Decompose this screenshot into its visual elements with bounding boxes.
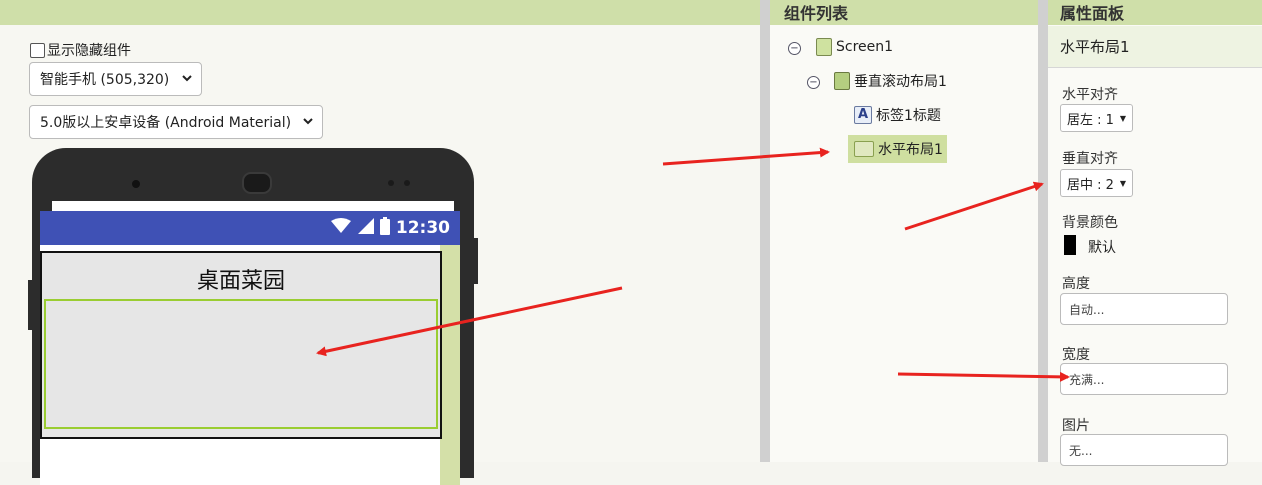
collapse-icon[interactable]: − — [788, 42, 801, 55]
bg-color-value[interactable]: 默认 — [1088, 237, 1116, 257]
theme-value: 5.0版以上安卓设备 (Android Material) — [40, 115, 292, 131]
label-title[interactable]: 桌面菜园 — [42, 263, 440, 295]
align-horizontal-select[interactable]: 居左 : 1 ▼ — [1060, 104, 1134, 132]
image-label: 图片 — [1062, 418, 1090, 434]
dropdown-triangle-icon: ▼ — [1119, 178, 1127, 188]
dropdown-triangle-icon: ▼ — [1119, 113, 1127, 123]
bg-color-swatch[interactable] — [1064, 235, 1076, 255]
signal-icon — [357, 218, 374, 238]
panel-divider[interactable] — [760, 0, 770, 462]
align-horizontal-value: 居左 : 1 — [1067, 112, 1114, 128]
phone-sensor — [404, 180, 410, 186]
tree-item-horizontal-arrangement[interactable]: 水平布局1 — [848, 135, 947, 163]
phone-side-button — [472, 238, 478, 284]
tree-item-label: 水平布局1 — [878, 142, 943, 158]
bg-color-label: 背景颜色 — [1062, 215, 1118, 231]
vertical-scroll-arrangement[interactable]: 桌面菜园 — [40, 251, 442, 439]
device-size-value: 智能手机 (505,320) — [40, 72, 170, 88]
properties-title: 属性面板 — [1048, 0, 1262, 25]
show-hidden-checkbox[interactable] — [30, 42, 45, 58]
wifi-icon — [330, 218, 352, 238]
viewer-panel: 显示隐藏组件 智能手机 (505,320) 5.0版以上安卓设备 (Androi… — [0, 0, 760, 485]
viewer-header — [0, 0, 760, 25]
align-vertical-label: 垂直对齐 — [1062, 151, 1118, 167]
tree-item-label1[interactable]: A 标签1标题 — [854, 105, 941, 125]
components-panel: 组件列表 − Screen1 − 垂直滚动布局1 A 标签1标题 水平布局1 — [770, 0, 1038, 462]
screen-icon — [816, 38, 832, 56]
chevron-down-icon — [181, 72, 193, 87]
align-vertical-select[interactable]: 居中 : 2 ▼ — [1060, 169, 1134, 197]
screen-scroll-strip — [440, 245, 460, 485]
align-vertical-value: 居中 : 2 — [1067, 177, 1114, 193]
height-label: 高度 — [1062, 276, 1090, 292]
collapse-icon[interactable]: − — [807, 76, 820, 89]
phone-speaker — [242, 172, 272, 194]
horizontal-arrangement-icon — [854, 141, 874, 157]
show-hidden-label: 显示隐藏组件 — [47, 43, 131, 59]
phone-screen-top — [52, 201, 454, 211]
phone-mockup: 12:30 桌面菜园 — [28, 148, 478, 485]
properties-component-name: 水平布局1 — [1048, 26, 1262, 68]
phone-camera — [132, 180, 140, 188]
status-clock: 12:30 — [395, 218, 450, 238]
height-field[interactable]: 自动... — [1060, 293, 1228, 325]
phone-side-button — [28, 280, 34, 330]
width-field[interactable]: 充满... — [1060, 363, 1228, 395]
tree-item-label: Screen1 — [836, 39, 894, 55]
panel-divider[interactable] — [1038, 0, 1048, 462]
tree-item-label: 标签1标题 — [876, 108, 941, 124]
align-horizontal-label: 水平对齐 — [1062, 87, 1118, 103]
show-hidden-components[interactable]: 显示隐藏组件 — [30, 40, 131, 60]
label-icon: A — [854, 106, 872, 124]
chevron-down-icon — [302, 115, 314, 130]
phone-status-bar: 12:30 — [40, 211, 460, 245]
image-field[interactable]: 无... — [1060, 434, 1228, 466]
tree-item-vertical-scroll[interactable]: 垂直滚动布局1 — [834, 71, 947, 91]
battery-icon — [379, 217, 390, 239]
tree-item-label: 垂直滚动布局1 — [854, 74, 947, 90]
theme-select[interactable]: 5.0版以上安卓设备 (Android Material) — [29, 105, 323, 139]
components-title: 组件列表 — [770, 0, 1038, 25]
device-size-select[interactable]: 智能手机 (505,320) — [29, 62, 202, 96]
vertical-scroll-arrangement-icon — [834, 72, 850, 90]
phone-sensor — [388, 180, 394, 186]
properties-panel: 属性面板 水平布局1 水平对齐 居左 : 1 ▼ 垂直对齐 居中 : 2 ▼ 背… — [1048, 0, 1262, 466]
tree-item-screen1[interactable]: Screen1 — [816, 38, 893, 56]
phone-screen: 桌面菜园 — [40, 245, 460, 485]
width-label: 宽度 — [1062, 347, 1090, 363]
horizontal-arrangement[interactable] — [44, 299, 438, 429]
